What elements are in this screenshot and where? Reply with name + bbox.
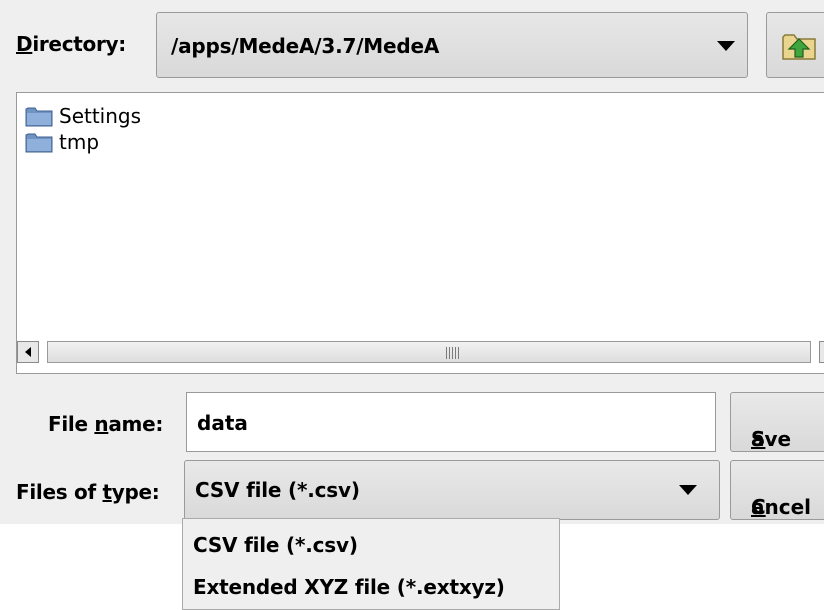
file-list[interactable]: Settings tmp [16, 92, 824, 374]
file-type-label: Files of type: [16, 480, 160, 504]
scroll-right-button[interactable] [819, 341, 824, 363]
directory-label: Directory: [16, 32, 126, 56]
file-type-value: CSV file (*.csv) [195, 478, 360, 502]
file-name-label: File name: [48, 412, 163, 436]
scrollbar-grip [446, 347, 460, 359]
file-type-combobox[interactable]: CSV file (*.csv) [184, 460, 720, 520]
cancel-label-rest: ancel [751, 495, 812, 519]
scroll-left-button[interactable] [17, 341, 39, 363]
scrollbar-thumb[interactable] [47, 341, 811, 363]
file-name-label-post: ame: [108, 412, 164, 436]
up-folder-icon [782, 34, 816, 60]
arrow-right-icon [820, 342, 824, 362]
file-dialog: Directory: /apps/MedeA/3.7/MedeA Setting… [0, 0, 824, 524]
chevron-down-icon [679, 485, 697, 495]
save-label-rest: ave [751, 427, 792, 451]
arrow-left-icon [25, 347, 31, 357]
file-type-dropdown-list: CSV file (*.csv) Extended XYZ file (*.ex… [182, 518, 560, 610]
file-name-label-pre: File [48, 412, 95, 436]
up-folder-button[interactable] [766, 12, 824, 78]
file-name-value: data [197, 411, 248, 435]
dropdown-option-extxyz[interactable]: Extended XYZ file (*.extxyz) [193, 575, 505, 599]
directory-value: /apps/MedeA/3.7/MedeA [171, 34, 440, 58]
list-item[interactable]: Settings [25, 103, 141, 129]
list-item-label: tmp [59, 130, 100, 154]
list-item-label: Settings [59, 104, 142, 128]
directory-label-rest: irectory: [32, 32, 126, 56]
directory-label-mnemonic: D [16, 32, 33, 56]
dropdown-option-csv[interactable]: CSV file (*.csv) [193, 533, 358, 557]
file-name-input[interactable]: data [186, 392, 716, 452]
file-type-label-pre: Files of [16, 480, 103, 504]
file-type-label-post: ype: [111, 480, 160, 504]
file-type-label-mnemonic: t [102, 480, 113, 504]
folder-icon [25, 133, 53, 153]
save-button[interactable]: Save [730, 392, 824, 452]
chevron-down-icon [717, 41, 735, 51]
list-item[interactable]: tmp [25, 129, 99, 155]
directory-combobox[interactable]: /apps/MedeA/3.7/MedeA [156, 12, 748, 78]
cancel-button[interactable]: Cancel [730, 460, 824, 520]
file-name-label-mnemonic: n [94, 412, 109, 436]
horizontal-scrollbar[interactable] [17, 341, 824, 363]
folder-icon [25, 107, 53, 127]
